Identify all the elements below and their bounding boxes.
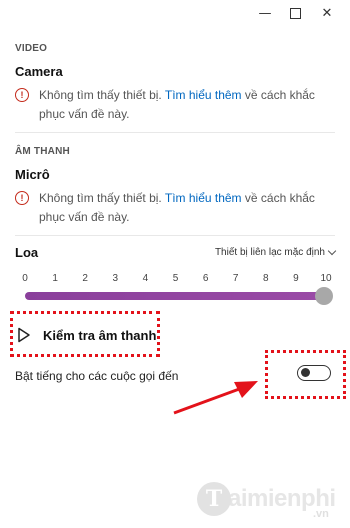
volume-tick-2: 2 bbox=[82, 273, 88, 284]
watermark-tld: .vn bbox=[313, 508, 329, 520]
camera-warning: ! Không tìm thấy thiết bị. Tìm hiểu thêm… bbox=[15, 86, 335, 124]
speaker-device-dropdown[interactable]: Thiết bị liên lạc mặc định bbox=[214, 246, 337, 258]
toggle-knob bbox=[301, 368, 310, 377]
incoming-ring-toggle[interactable] bbox=[297, 365, 331, 381]
play-icon bbox=[18, 327, 30, 343]
volume-tick-4: 4 bbox=[142, 273, 149, 284]
volume-tick-8: 8 bbox=[263, 273, 269, 284]
video-section-label: VIDEO bbox=[15, 43, 48, 54]
microphone-warning: ! Không tìm thấy thiết bị. Tìm hiểu thêm… bbox=[15, 189, 335, 227]
section-divider bbox=[15, 132, 335, 133]
camera-learn-more-link[interactable]: Tìm hiểu thêm bbox=[165, 88, 242, 102]
volume-tick-5: 5 bbox=[172, 273, 179, 284]
speaker-device-value: Thiết bị liên lạc mặc định bbox=[214, 247, 325, 258]
test-sound-label: Kiểm tra âm thanh bbox=[43, 327, 157, 343]
camera-warning-text: Không tìm thấy thiết bị. Tìm hiểu thêm v… bbox=[39, 88, 315, 121]
minimize-icon: — bbox=[258, 5, 272, 21]
speaker-label: Loa bbox=[15, 245, 39, 260]
volume-slider-track bbox=[25, 292, 325, 300]
annotation-arrow-icon bbox=[173, 381, 258, 415]
chevron-down-icon bbox=[327, 246, 337, 256]
volume-tick-6: 6 bbox=[202, 273, 209, 284]
maximize-icon bbox=[289, 7, 301, 19]
title-bar: — ✕ bbox=[0, 0, 350, 26]
warning-circle-icon: ! bbox=[15, 88, 29, 102]
volume-tick-labels: 0 1 2 3 4 5 6 7 8 9 10 bbox=[20, 273, 332, 287]
camera-title: Camera bbox=[15, 64, 63, 79]
close-icon: ✕ bbox=[321, 5, 333, 21]
volume-tick-7: 7 bbox=[232, 273, 239, 284]
volume-tick-9: 9 bbox=[293, 273, 299, 284]
minimize-button[interactable]: — bbox=[248, 3, 282, 23]
microphone-warning-text: Không tìm thấy thiết bị. Tìm hiểu thêm v… bbox=[39, 191, 315, 224]
warning-circle-icon: ! bbox=[15, 191, 29, 205]
audio-section-label: ÂM THANH bbox=[15, 146, 70, 157]
speaker-row: Loa Thiết bị liên lạc mặc định bbox=[15, 245, 337, 263]
incoming-ring-label: Bật tiếng cho các cuộc gọi đến bbox=[15, 369, 179, 383]
volume-tick-3: 3 bbox=[112, 273, 119, 284]
test-sound-button[interactable]: Kiểm tra âm thanh bbox=[17, 323, 157, 347]
volume-slider[interactable] bbox=[25, 287, 333, 305]
section-divider bbox=[15, 235, 335, 236]
microphone-title: Micrô bbox=[15, 167, 50, 182]
maximize-button[interactable] bbox=[278, 3, 312, 23]
volume-slider-thumb[interactable] bbox=[315, 287, 333, 305]
volume-tick-0: 0 bbox=[22, 273, 28, 284]
close-button[interactable]: ✕ bbox=[310, 3, 344, 23]
microphone-learn-more-link[interactable]: Tìm hiểu thêm bbox=[165, 191, 242, 205]
watermark-circle: T bbox=[197, 482, 231, 516]
volume-tick-1: 1 bbox=[52, 273, 58, 284]
volume-tick-10: 10 bbox=[320, 273, 332, 284]
